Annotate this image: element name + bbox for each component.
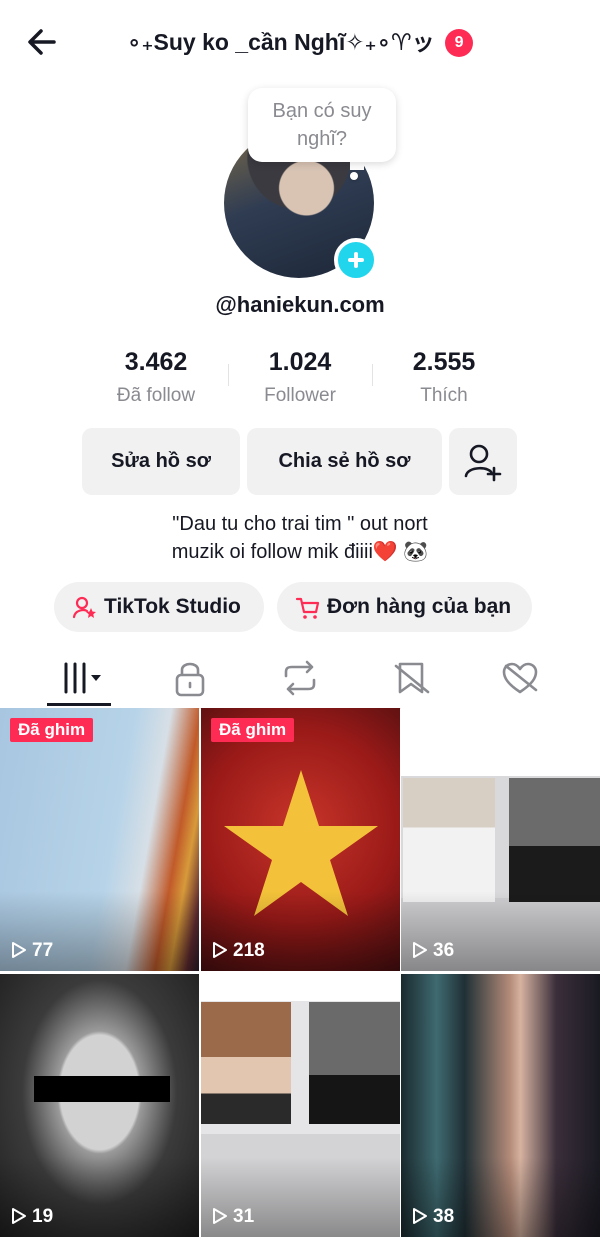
play-icon <box>213 942 227 958</box>
favorites-bookmark-icon[interactable] <box>390 656 434 700</box>
top-bar: ∘₊Suy ko _cần Nghĩ✧₊∘♈ッ 9 <box>0 0 600 84</box>
thumbnail-photo <box>509 778 600 902</box>
tiktok-studio-label: TikTok Studio <box>104 595 241 618</box>
lock-icon[interactable] <box>168 656 212 700</box>
shopping-cart-icon <box>295 597 320 619</box>
play-icon <box>413 942 427 958</box>
view-count: 19 <box>10 1205 53 1229</box>
thumbnail-photo <box>403 778 495 902</box>
notification-badge[interactable]: 9 <box>445 29 474 57</box>
view-count: 31 <box>211 1205 254 1229</box>
pixel-sunglasses <box>34 1076 170 1102</box>
active-tab-indicator <box>47 703 111 706</box>
video-thumbnail[interactable]: 19 <box>0 974 199 1237</box>
video-thumbnail[interactable]: 38 <box>401 974 600 1237</box>
orders-label: Đơn hàng của bạn <box>327 595 512 618</box>
view-count: 36 <box>411 939 454 963</box>
edit-profile-button[interactable]: Sửa hồ sơ <box>82 428 240 495</box>
stat-likes[interactable]: 2.555 Thích <box>364 344 524 412</box>
thumbnail-photo <box>309 1002 400 1124</box>
video-thumbnail[interactable]: Đã ghim 77 <box>0 708 199 971</box>
view-count-value: 218 <box>233 940 265 961</box>
view-count: 38 <box>411 1205 454 1229</box>
bubble-dot <box>350 172 358 180</box>
videos-grid-icon[interactable] <box>58 656 102 700</box>
repost-icon[interactable] <box>278 656 322 700</box>
play-icon <box>413 1208 427 1224</box>
video-thumbnail[interactable]: 36 <box>401 708 600 971</box>
bio: "Dau tu cho trai tim " out nort muzik oi… <box>0 510 600 566</box>
add-story-button[interactable] <box>334 238 378 282</box>
stat-following[interactable]: 3.462 Đã follow <box>76 344 236 412</box>
stat-following-label: Đã follow <box>116 385 196 406</box>
share-profile-button[interactable]: Chia sẻ hồ sơ <box>247 428 442 495</box>
add-user-icon <box>464 444 502 482</box>
play-icon <box>12 942 26 958</box>
stat-likes-value: 2.555 <box>412 348 476 376</box>
video-thumbnail[interactable]: 31 <box>201 974 400 1237</box>
profile-tabs <box>0 646 600 709</box>
bio-line: muzik oi follow mik điiii❤️ 🐼 <box>171 541 429 563</box>
view-count: 77 <box>10 939 53 963</box>
username: @haniekun.com <box>215 292 385 317</box>
stat-followers-value: 1.024 <box>268 348 332 376</box>
orders-button[interactable]: Đơn hàng của bạn <box>277 582 532 632</box>
video-grid: Đã ghim 77 Đã ghim 218 36 19 31 38 <box>0 708 600 1237</box>
stat-following-value: 3.462 <box>124 348 188 376</box>
stat-followers-label: Follower <box>264 385 336 406</box>
stat-likes-label: Thích <box>420 385 468 406</box>
view-count-value: 77 <box>32 940 54 961</box>
display-name: ∘₊Suy ko _cần Nghĩ✧₊∘♈ッ <box>126 29 435 55</box>
video-thumbnail[interactable]: Đã ghim 218 <box>201 708 400 971</box>
thought-bubble[interactable]: Bạn có suy nghĩ? <box>248 88 396 162</box>
tiktok-studio-button[interactable]: TikTok Studio <box>54 582 264 632</box>
view-count: 218 <box>211 939 265 963</box>
studio-user-star-icon <box>72 596 96 619</box>
pinned-badge: Đã ghim <box>10 718 94 742</box>
bio-line: "Dau tu cho trai tim " out nort <box>172 513 428 535</box>
stat-followers[interactable]: 1.024 Follower <box>220 344 380 412</box>
play-icon <box>12 1208 26 1224</box>
pinned-badge: Đã ghim <box>211 718 295 742</box>
play-icon <box>213 1208 227 1224</box>
add-friend-button[interactable] <box>449 428 517 495</box>
liked-heart-icon[interactable] <box>498 656 542 700</box>
profile-title: ∘₊Suy ko _cần Nghĩ✧₊∘♈ッ 9 <box>0 24 600 60</box>
thumbnail-photo <box>201 1002 291 1124</box>
view-count-value: 36 <box>433 940 455 961</box>
